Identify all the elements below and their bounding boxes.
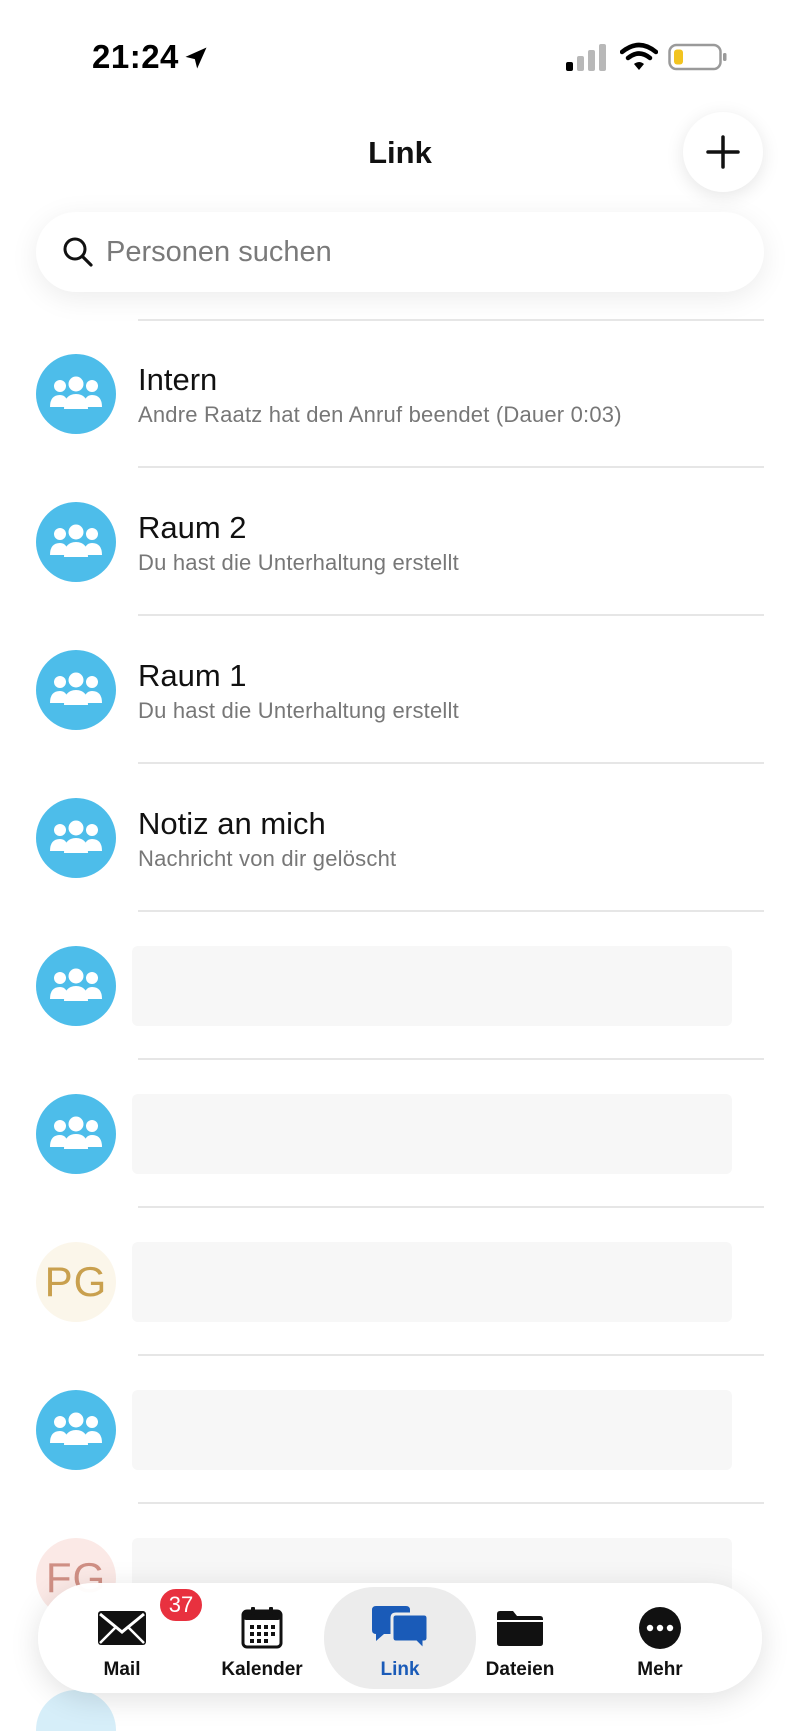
tab-label: Kalender — [221, 1659, 303, 1680]
tab-label: Link — [380, 1659, 420, 1680]
search-input[interactable] — [106, 222, 726, 282]
wifi-icon — [620, 42, 658, 70]
group-icon — [50, 820, 102, 853]
avatar — [36, 1094, 116, 1174]
avatar — [36, 946, 116, 1026]
avatar — [36, 798, 116, 878]
status-time: 21:24 — [92, 38, 179, 75]
loading-placeholder — [132, 1390, 732, 1470]
conversation-row-loading[interactable]: PG — [0, 1208, 800, 1356]
tab-label: Mail — [103, 1659, 141, 1680]
plus-icon — [706, 135, 740, 169]
tab-more[interactable]: Mehr — [590, 1587, 730, 1689]
tab-label: Dateien — [485, 1659, 555, 1680]
loading-placeholder — [132, 1242, 732, 1322]
loading-placeholder — [132, 1094, 732, 1174]
more-icon-wrap — [630, 1603, 690, 1653]
status-bar: 21:24 — [0, 0, 800, 100]
tab-calendar[interactable]: Kalender — [192, 1587, 332, 1689]
avatar — [36, 354, 116, 434]
page-title: Link — [368, 135, 432, 170]
tab-mail[interactable]: 37 Mail — [52, 1587, 204, 1689]
conversation-last-message: Andre Raatz hat den Anruf beendet (Dauer… — [138, 402, 622, 427]
calendar-icon-wrap — [232, 1603, 292, 1653]
group-icon — [50, 968, 102, 1001]
avatar — [36, 502, 116, 582]
conversation-row-loading[interactable] — [0, 912, 800, 1060]
loading-placeholder — [132, 946, 732, 1026]
conversation-last-message: Nachricht von dir gelöscht — [138, 846, 397, 871]
group-icon — [50, 1412, 102, 1445]
cellular-signal-icon — [566, 44, 606, 71]
conversation-title: Raum 2 — [138, 510, 247, 545]
mail-icon — [98, 1611, 146, 1645]
battery-icon — [668, 43, 727, 71]
mail-icon-wrap — [92, 1603, 152, 1653]
chat-bubbles-icon — [372, 1606, 430, 1652]
avatar-initials: PG — [36, 1242, 116, 1322]
group-icon — [50, 1116, 102, 1149]
folder-icon — [497, 1611, 543, 1646]
conversation-row-loading[interactable] — [0, 1356, 800, 1504]
avatar — [36, 1690, 116, 1731]
tab-bar: 37 Mail Kalender Link Dateien Mehr — [38, 1583, 762, 1693]
conversation-row-loading[interactable] — [0, 1060, 800, 1208]
tab-label: Mehr — [637, 1659, 683, 1680]
search-icon — [63, 237, 93, 267]
avatar — [36, 1390, 116, 1470]
conversation-row[interactable]: Raum 2 Du hast die Unterhaltung erstellt — [0, 468, 800, 616]
conversation-title: Notiz an mich — [138, 806, 326, 841]
chat-bubbles-icon-wrap — [370, 1603, 430, 1653]
tab-files[interactable]: Dateien — [450, 1587, 590, 1689]
search-bar[interactable] — [36, 212, 764, 292]
conversation-title: Raum 1 — [138, 658, 247, 693]
conversation-row[interactable]: Intern Andre Raatz hat den Anruf beendet… — [0, 320, 800, 468]
group-icon — [50, 376, 102, 409]
avatar — [36, 650, 116, 730]
group-icon — [50, 524, 102, 557]
conversation-row[interactable]: Raum 1 Du hast die Unterhaltung erstellt — [0, 616, 800, 764]
group-icon — [50, 672, 102, 705]
conversation-title: Intern — [138, 362, 218, 397]
add-conversation-button[interactable] — [683, 112, 763, 192]
conversation-last-message: Du hast die Unterhaltung erstellt — [138, 698, 459, 723]
more-icon — [639, 1607, 681, 1649]
calendar-icon — [241, 1607, 283, 1649]
conversation-last-message: Du hast die Unterhaltung erstellt — [138, 550, 459, 575]
location-arrow-icon — [185, 47, 207, 69]
conversation-row[interactable]: Notiz an mich Nachricht von dir gelöscht — [0, 764, 800, 912]
folder-icon-wrap — [490, 1603, 550, 1653]
